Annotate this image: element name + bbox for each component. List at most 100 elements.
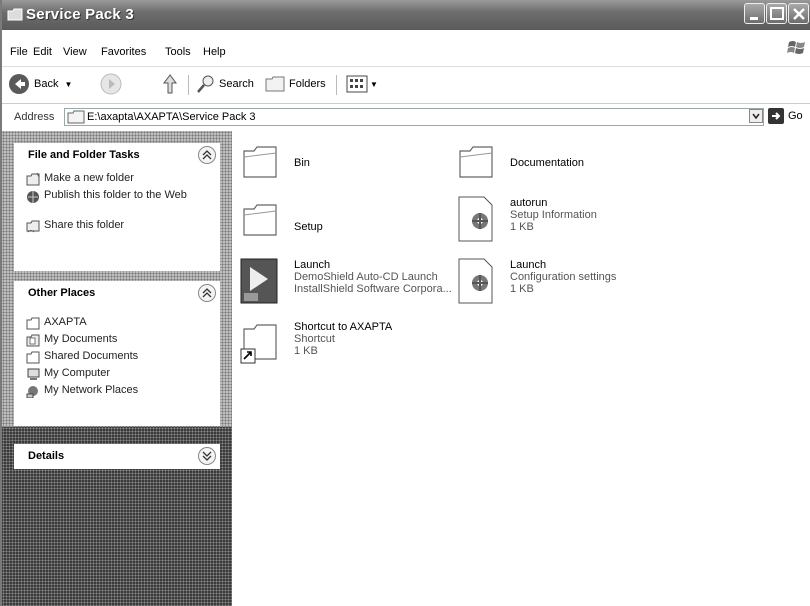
file-item-bin[interactable]: Bin [240, 143, 450, 187]
collapse-icon[interactable] [198, 146, 216, 164]
search-label: Search [219, 78, 254, 90]
close-button[interactable] [788, 3, 809, 24]
place-my-computer[interactable]: My Computer [14, 367, 220, 384]
shared-documents-icon [26, 351, 40, 364]
search-button[interactable]: Search [196, 69, 254, 99]
place-axapta[interactable]: AXAPTA [14, 316, 220, 333]
folder-icon [67, 110, 85, 124]
menu-help[interactable]: Help [203, 46, 226, 58]
panel-header[interactable]: Other Places [14, 281, 220, 306]
views-button[interactable]: ▼ [346, 69, 378, 99]
title-bar[interactable]: Service Pack 3 [2, 0, 810, 30]
new-folder-icon [26, 173, 40, 186]
folder-icon [26, 317, 40, 330]
go-label: Go [788, 110, 803, 122]
folder-icon [243, 204, 277, 236]
file-type: Setup Information [510, 209, 597, 221]
address-value: E:\axapta\AXAPTA\Service Pack 3 [87, 111, 256, 123]
back-arrow-icon [9, 74, 29, 94]
place-my-network-places[interactable]: My Network Places [14, 384, 220, 401]
file-item-autorun[interactable]: autorun Setup Information 1 KB [456, 195, 686, 247]
up-folder-button[interactable] [160, 69, 180, 99]
file-name: autorun [510, 197, 548, 209]
search-icon [197, 75, 214, 93]
menu-edit[interactable]: Edit [33, 46, 52, 58]
my-computer-icon [27, 368, 40, 380]
file-size: 1 KB [294, 345, 318, 357]
chevron-down-icon: ▼ [370, 79, 378, 89]
my-documents-icon [26, 334, 40, 347]
folders-button[interactable]: Folders [264, 69, 326, 99]
file-item-shortcut-axapta[interactable]: Shortcut to AXAPTA Shortcut 1 KB [240, 319, 450, 371]
place-label: My Computer [44, 367, 111, 379]
collapse-icon[interactable] [198, 284, 216, 302]
share-folder-icon [26, 220, 40, 233]
file-name: Bin [294, 157, 310, 169]
file-company: InstallShield Software Corpora... [294, 283, 452, 295]
maximize-button[interactable] [766, 3, 787, 24]
place-label: My Network Places [44, 384, 139, 396]
address-label: Address [14, 111, 55, 123]
place-my-documents[interactable]: My Documents [14, 333, 220, 350]
windows-logo-icon [787, 41, 805, 54]
forward-button[interactable] [100, 69, 122, 99]
file-size: 1 KB [510, 221, 534, 233]
panel-title: Details [28, 450, 65, 462]
place-label: AXAPTA [44, 316, 87, 328]
address-input[interactable]: E:\axapta\AXAPTA\Service Pack 3 [64, 108, 764, 126]
task-share-folder[interactable]: Share this folder [14, 219, 220, 236]
file-item-launch-exe[interactable]: Launch DemoShield Auto-CD Launch Install… [240, 257, 455, 309]
go-button[interactable]: Go [768, 108, 803, 124]
file-name: Shortcut to AXAPTA [294, 321, 393, 333]
menu-file[interactable]: File [10, 46, 28, 58]
folder-icon [243, 146, 277, 178]
file-type: Shortcut [294, 333, 335, 345]
panel-title: Other Places [28, 287, 96, 299]
file-folder-tasks-panel: File and Folder Tasks Make a new folder … [14, 143, 220, 271]
views-icon [346, 75, 368, 93]
publish-web-icon [27, 191, 39, 203]
task-label: Share this folder [44, 219, 125, 231]
menu-view[interactable]: View [63, 46, 87, 58]
file-item-documentation[interactable]: Documentation [456, 143, 666, 187]
menu-bar: File Edit View Favorites Tools Help [2, 40, 810, 60]
task-make-new-folder[interactable]: Make a new folder [14, 172, 220, 189]
chevron-down-icon: ▼ [64, 79, 73, 89]
shortcut-folder-icon [240, 324, 277, 364]
place-shared-documents[interactable]: Shared Documents [14, 350, 220, 367]
forward-arrow-icon [100, 73, 122, 95]
task-label: Publish this folder to the Web [44, 189, 187, 201]
place-label: Shared Documents [44, 350, 139, 362]
network-places-icon [26, 386, 38, 398]
task-pane: File and Folder Tasks Make a new folder … [2, 131, 232, 606]
details-panel[interactable]: Details [14, 444, 220, 469]
panel-header[interactable]: File and Folder Tasks [14, 143, 220, 168]
file-type: Configuration settings [510, 271, 617, 283]
task-publish-folder[interactable]: Publish this folder to the Web [14, 189, 220, 219]
folder-icon [7, 8, 23, 21]
file-name: Launch [294, 259, 331, 271]
file-list: Bin Documentation Setup autorun Setup In… [234, 131, 810, 606]
file-item-launch-ini[interactable]: Launch Configuration settings 1 KB [456, 257, 686, 309]
file-name: Launch [510, 259, 547, 271]
address-dropdown-button[interactable] [749, 109, 763, 123]
application-icon [240, 258, 278, 304]
address-bar: Address E:\axapta\AXAPTA\Service Pack 3 … [2, 106, 810, 128]
folder-icon [459, 146, 493, 178]
back-button[interactable]: Back ▼ [8, 69, 72, 99]
setup-information-icon [458, 196, 493, 242]
place-label: My Documents [44, 333, 118, 345]
folders-label: Folders [289, 78, 326, 90]
toolbar: Back ▼ Search Folders ▼ [2, 66, 810, 104]
file-item-setup[interactable]: Setup [240, 201, 450, 245]
expand-icon[interactable] [198, 447, 216, 465]
go-arrow-icon [768, 108, 784, 124]
menu-tools[interactable]: Tools [165, 46, 191, 58]
back-label: Back [34, 78, 59, 90]
minimize-button[interactable] [744, 3, 765, 24]
panel-title: File and Folder Tasks [28, 149, 140, 161]
window-title: Service Pack 3 [26, 6, 134, 23]
task-label: Make a new folder [44, 172, 134, 184]
menu-favorites[interactable]: Favorites [101, 46, 146, 58]
folders-icon [265, 76, 285, 92]
